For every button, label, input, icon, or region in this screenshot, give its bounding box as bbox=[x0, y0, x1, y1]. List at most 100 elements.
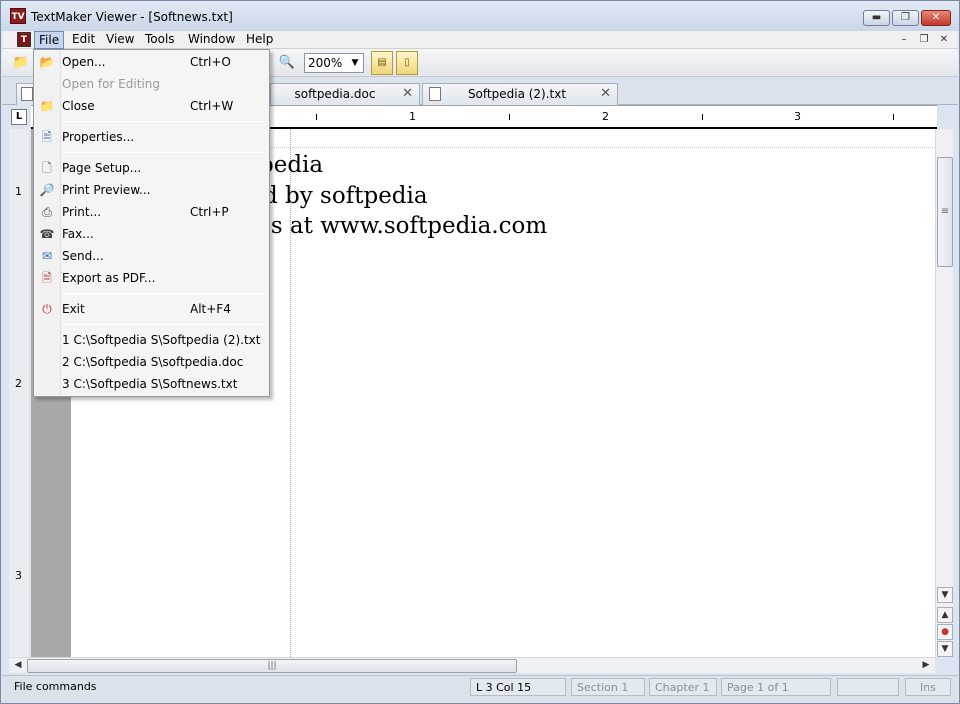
ruler-tick bbox=[509, 114, 510, 120]
title-bar[interactable]: TV TextMaker Viewer - [Softnews.txt] ▬ ❐… bbox=[1, 1, 959, 31]
menu-file[interactable]: File bbox=[34, 31, 65, 49]
menu-item-label: Close bbox=[62, 99, 95, 113]
app-icon[interactable]: TV bbox=[10, 8, 26, 24]
menu-edit[interactable]: Edit bbox=[68, 31, 99, 49]
menu-bar: T File Edit View Tools Window Help – ❐ ✕ bbox=[2, 31, 958, 49]
horizontal-scrollbar[interactable]: ◀ ||| ▶ bbox=[9, 657, 935, 673]
ruler-vertical-icon: ▯ bbox=[404, 57, 410, 68]
menu-item-export-pdf[interactable]: 🗎 Export as PDF... bbox=[35, 267, 268, 289]
menu-view[interactable]: View bbox=[102, 31, 138, 49]
ruler-number: 1 bbox=[409, 110, 416, 123]
menu-item-shortcut: Ctrl+P bbox=[190, 205, 229, 219]
status-message: File commands bbox=[14, 680, 97, 693]
browse-object-button[interactable]: ● bbox=[937, 624, 953, 640]
menu-item-open[interactable]: 📂 Open... Ctrl+O bbox=[35, 51, 268, 73]
menu-item-shortcut: Alt+F4 bbox=[190, 302, 231, 316]
menu-item-label: Fax... bbox=[62, 227, 94, 241]
close-window-button[interactable]: ✕ bbox=[921, 10, 951, 26]
vertical-ruler[interactable]: 1 2 3 bbox=[9, 129, 29, 657]
menu-item-label: Print... bbox=[62, 205, 102, 219]
vertical-scrollbar[interactable]: ≡ ▼ ▲ ● ▼ bbox=[935, 129, 953, 657]
menu-item-recent-3[interactable]: 3 C:\Softpedia S\Softnews.txt bbox=[35, 373, 268, 395]
top-margin-guide bbox=[219, 147, 939, 148]
menu-item-send[interactable]: ✉ Send... bbox=[35, 245, 268, 267]
document-line[interactable]: d by softpedia bbox=[263, 183, 428, 209]
status-position: L 3 Col 15 bbox=[470, 678, 566, 696]
window-title: TextMaker Viewer - [Softnews.txt] bbox=[31, 10, 233, 24]
zoom-select[interactable]: 200% ▼ bbox=[304, 53, 364, 73]
print-preview-icon: 🔎 bbox=[39, 183, 55, 197]
doc-restore-button[interactable]: ❐ bbox=[916, 33, 932, 47]
zoom-value: 200% bbox=[308, 56, 343, 70]
scroll-left-button[interactable]: ◀ bbox=[11, 659, 25, 673]
document-menu-icon[interactable]: T bbox=[17, 32, 31, 47]
ruler-tick bbox=[702, 114, 703, 120]
status-chapter: Chapter 1 bbox=[649, 678, 717, 696]
status-empty bbox=[837, 678, 899, 696]
scroll-right-button[interactable]: ▶ bbox=[919, 659, 933, 673]
maximize-button[interactable]: ❐ bbox=[892, 10, 919, 26]
ruler-tick bbox=[316, 114, 317, 120]
menu-item-label: Print Preview... bbox=[62, 183, 151, 197]
scroll-down-button[interactable]: ▼ bbox=[937, 587, 953, 603]
menu-item-label: Export as PDF... bbox=[62, 271, 156, 285]
menu-help[interactable]: Help bbox=[242, 31, 277, 49]
menu-item-label: Page Setup... bbox=[62, 161, 142, 175]
menu-window[interactable]: Window bbox=[184, 31, 239, 49]
menu-separator bbox=[62, 324, 266, 325]
menu-item-exit[interactable]: ⏻ Exit Alt+F4 bbox=[35, 298, 268, 320]
open-folder-icon[interactable]: 📁 bbox=[12, 54, 30, 72]
menu-item-label: 1 C:\Softpedia S\Softpedia (2).txt bbox=[62, 333, 261, 347]
ruler-number: 2 bbox=[15, 377, 22, 390]
fax-icon: ☎ bbox=[39, 227, 55, 241]
menu-item-shortcut: Ctrl+O bbox=[190, 55, 231, 69]
close-icon[interactable]: ✕ bbox=[600, 84, 611, 104]
next-page-button[interactable]: ▼ bbox=[937, 641, 953, 657]
menu-item-label: Properties... bbox=[62, 130, 135, 144]
menu-item-print-preview[interactable]: 🔎 Print Preview... bbox=[35, 179, 268, 201]
menu-item-page-setup[interactable]: 🗋 Page Setup... bbox=[35, 157, 268, 179]
vertical-ruler-button[interactable]: ▯ bbox=[396, 51, 418, 75]
folder-close-icon: 📁 bbox=[39, 99, 55, 113]
tab-stop-selector[interactable]: L bbox=[11, 109, 27, 125]
status-mode: Ins bbox=[905, 678, 951, 696]
document-icon bbox=[21, 87, 33, 101]
previous-page-button[interactable]: ▲ bbox=[937, 607, 953, 623]
menu-item-open-for-editing[interactable]: Open for Editing bbox=[35, 73, 268, 95]
menu-tools[interactable]: Tools bbox=[141, 31, 179, 49]
properties-icon: 🗎 bbox=[42, 130, 52, 144]
page-setup-icon: 🗋 bbox=[42, 161, 52, 175]
menu-item-recent-1[interactable]: 1 C:\Softpedia S\Softpedia (2).txt bbox=[35, 329, 268, 351]
tab-softpedia-doc[interactable]: softpedia.doc ✕ bbox=[270, 83, 420, 105]
ruler-number: 3 bbox=[15, 569, 22, 582]
doc-minimize-button[interactable]: – bbox=[896, 33, 912, 47]
horizontal-ruler-button[interactable]: ▤ bbox=[371, 51, 393, 75]
horizontal-scroll-thumb[interactable]: ||| bbox=[27, 659, 517, 673]
menu-item-recent-2[interactable]: 2 C:\Softpedia S\softpedia.doc bbox=[35, 351, 268, 373]
pdf-icon: 🗎 bbox=[42, 271, 52, 285]
close-icon[interactable]: ✕ bbox=[402, 84, 413, 104]
close-icon: ✕ bbox=[939, 34, 949, 45]
menu-item-close[interactable]: 📁 Close Ctrl+W bbox=[35, 95, 268, 117]
status-bar: File commands L 3 Col 15 Section 1 Chapt… bbox=[2, 675, 958, 703]
printer-icon: ⎙ bbox=[42, 205, 52, 219]
chevron-down-icon[interactable]: ▼ bbox=[348, 55, 362, 71]
mail-icon: ✉ bbox=[41, 249, 53, 263]
doc-close-button[interactable]: ✕ bbox=[936, 33, 952, 47]
tab-softpedia-2-txt[interactable]: Softpedia (2).txt ✕ bbox=[422, 83, 618, 105]
minimize-button[interactable]: ▬ bbox=[863, 10, 890, 26]
ruler-tick bbox=[893, 114, 894, 120]
file-menu-dropdown: 📂 Open... Ctrl+O Open for Editing 📁 Clos… bbox=[33, 49, 270, 397]
tab-label: softpedia.doc bbox=[294, 87, 376, 101]
zoom-icon[interactable]: 🔍 bbox=[278, 54, 296, 72]
menu-item-fax[interactable]: ☎ Fax... bbox=[35, 223, 268, 245]
vertical-scroll-thumb[interactable]: ≡ bbox=[937, 157, 953, 267]
menu-item-properties[interactable]: 🗎 Properties... bbox=[35, 126, 268, 148]
restore-icon: ❐ bbox=[901, 12, 910, 23]
menu-item-label: Exit bbox=[62, 302, 85, 316]
document-line[interactable]: us at www.softpedia.com bbox=[256, 213, 547, 239]
double-down-icon: ▼ bbox=[941, 644, 949, 654]
menu-item-print[interactable]: ⎙ Print... Ctrl+P bbox=[35, 201, 268, 223]
ruler-horizontal-icon: ▤ bbox=[377, 57, 387, 68]
minimize-icon: – bbox=[901, 34, 907, 45]
